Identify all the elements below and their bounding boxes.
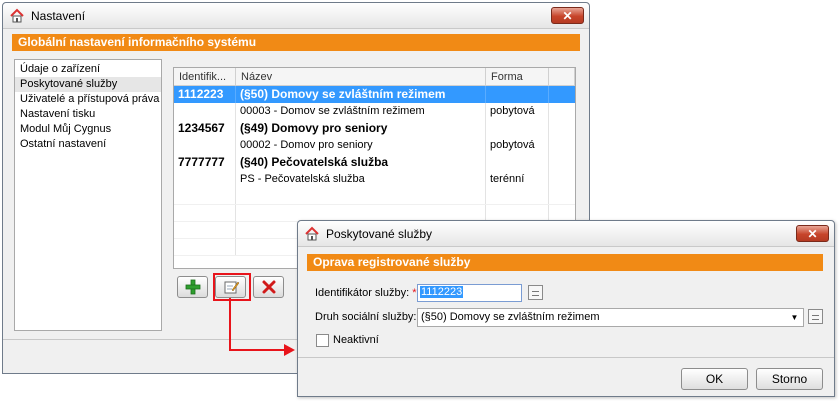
dialog-title: Poskytované služby	[326, 226, 433, 241]
delete-icon	[262, 280, 275, 294]
service-type-select[interactable]: (§50) Domovy se zvláštním režimem ▼	[417, 308, 804, 327]
settings-titlebar: Nastavení ✕	[3, 3, 589, 29]
nav-item-users-rights[interactable]: Uživatelé a přístupová práva	[15, 92, 161, 107]
cell-name: PS - Pečovatelská služba	[236, 171, 486, 188]
inactive-checkbox[interactable]	[316, 334, 329, 347]
table-row[interactable]: PS - Pečovatelská služba terénní	[174, 171, 575, 188]
table-row[interactable]: 1234567 (§49) Domovy pro seniory	[174, 120, 575, 137]
close-icon: ✕	[562, 8, 573, 23]
callout-arrow-head	[284, 344, 295, 356]
service-id-label: Identifikátor služby: *	[315, 287, 417, 299]
cell-form	[486, 120, 549, 137]
table-row[interactable]: 1112223 (§50) Domovy se zvláštním režime…	[174, 86, 575, 103]
dialog-titlebar: Poskytované služby ✕	[298, 221, 834, 247]
cell-id	[174, 103, 236, 120]
cell-form: pobytová	[486, 137, 549, 154]
close-icon: ✕	[807, 226, 818, 241]
cell-name: (§40) Pečovatelská služba	[236, 154, 486, 171]
house-icon	[10, 8, 24, 22]
cell-name: 00002 - Domov pro seniory	[236, 137, 486, 154]
column-header-id[interactable]: Identifik...	[174, 68, 236, 85]
cancel-button[interactable]: Storno	[756, 368, 823, 390]
add-button[interactable]	[177, 276, 208, 298]
service-type-value: (§50) Domovy se zvláštním režimem	[421, 311, 600, 323]
settings-nav: Údaje o zařízení Poskytované služby Uživ…	[14, 59, 162, 331]
window-title: Nastavení	[31, 8, 86, 23]
nav-item-other-settings[interactable]: Ostatní nastavení	[15, 137, 161, 152]
table-row[interactable]: 00003 - Domov se zvláštním režimem pobyt…	[174, 103, 575, 120]
service-type-label: Druh sociální služby:	[315, 311, 417, 323]
column-header-name[interactable]: Název	[236, 68, 486, 85]
cell-id: 7777777	[174, 154, 236, 171]
table-row[interactable]: 00002 - Domov pro seniory pobytová	[174, 137, 575, 154]
cell-name: 00003 - Domov se zvláštním režimem	[236, 103, 486, 120]
settings-header: Globální nastavení informačního systému	[12, 34, 580, 51]
dialog-footer-divider	[298, 357, 834, 358]
type-lookup-icon[interactable]	[808, 309, 823, 324]
empty-row	[174, 188, 575, 205]
cell-name: (§50) Domovy se zvláštním režimem	[236, 86, 486, 103]
cell-form	[486, 154, 549, 171]
plus-icon	[185, 279, 200, 295]
cell-form: terénní	[486, 171, 549, 188]
cell-id	[174, 171, 236, 188]
required-mark: *	[412, 287, 417, 299]
ok-button[interactable]: OK	[681, 368, 748, 390]
cell-id: 1112223	[174, 86, 236, 103]
cell-id	[174, 137, 236, 154]
service-id-input[interactable]: 1112223	[417, 284, 522, 302]
grid-header: Identifik... Název Forma	[174, 68, 575, 86]
house-icon	[305, 226, 319, 240]
nav-item-device-info[interactable]: Údaje o zařízení	[15, 62, 161, 77]
dialog-close-button[interactable]: ✕	[796, 225, 829, 242]
callout-arrow-line	[229, 298, 231, 351]
edit-button-highlight	[213, 273, 251, 301]
table-row[interactable]: 7777777 (§40) Pečovatelská služba	[174, 154, 575, 171]
delete-button[interactable]	[253, 276, 284, 298]
edit-service-dialog: Poskytované služby ✕ Oprava registrované…	[297, 220, 835, 397]
service-id-value: 1112223	[420, 286, 464, 298]
nav-item-my-cygnus[interactable]: Modul Můj Cygnus	[15, 122, 161, 137]
cell-id: 1234567	[174, 120, 236, 137]
callout-arrow-line	[229, 349, 285, 351]
chevron-down-icon: ▼	[790, 313, 799, 322]
nav-item-print-settings[interactable]: Nastavení tisku	[15, 107, 161, 122]
dialog-header: Oprava registrované služby	[307, 254, 823, 271]
cell-name: (§49) Domovy pro seniory	[236, 120, 486, 137]
close-button[interactable]: ✕	[551, 7, 584, 24]
id-lookup-icon[interactable]	[528, 285, 543, 300]
inactive-label: Neaktivní	[333, 334, 379, 346]
nav-item-services[interactable]: Poskytované služby	[15, 77, 161, 92]
service-id-label-text: Identifikátor služby:	[315, 287, 410, 299]
cell-form: pobytová	[486, 103, 549, 120]
column-header-filler	[549, 68, 575, 85]
column-header-form[interactable]: Forma	[486, 68, 549, 85]
cell-form	[486, 86, 549, 103]
